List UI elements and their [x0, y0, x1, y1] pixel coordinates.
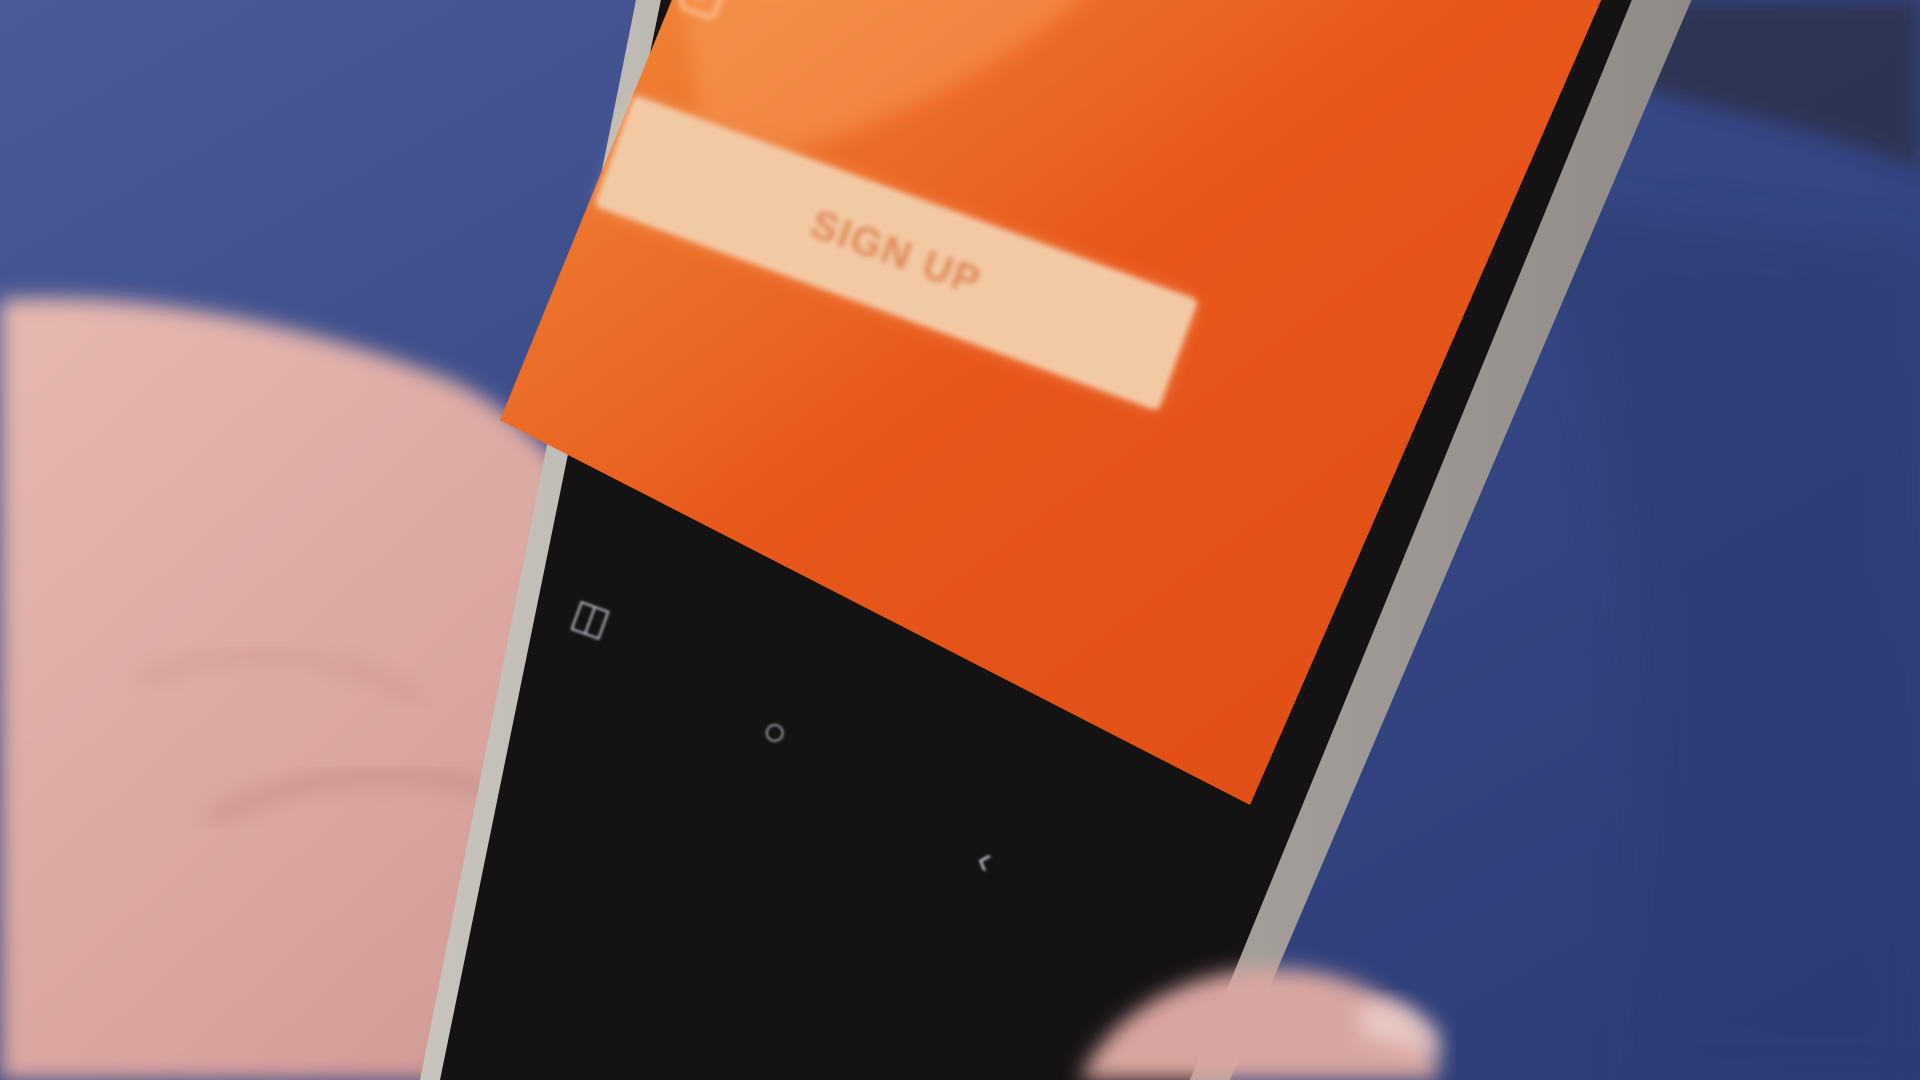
- photo-background: [0, 0, 1920, 1080]
- photo-scene: ✓ SIGN UP ◫ ○ ‹: [0, 0, 1920, 1080]
